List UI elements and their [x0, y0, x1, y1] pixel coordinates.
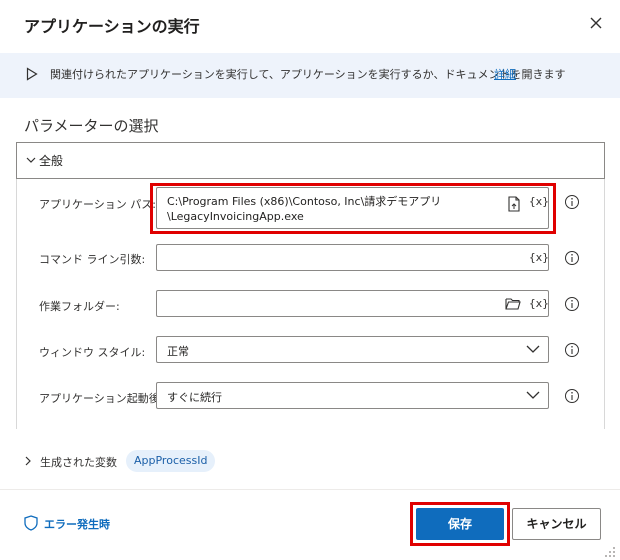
- variable-badge[interactable]: AppProcessId: [126, 450, 216, 472]
- group-general-header[interactable]: 全般: [16, 142, 605, 179]
- cmd-args-label: コマンド ライン引数:: [39, 253, 146, 266]
- info-icon[interactable]: [564, 342, 580, 358]
- info-description: 関連付けられたアプリケーションを実行して、アプリケーションを実行するか、ドキュメ…: [50, 68, 566, 81]
- play-icon: [26, 67, 38, 81]
- variable-button[interactable]: {x}: [529, 297, 549, 310]
- info-icon[interactable]: [564, 388, 580, 404]
- dialog-title: アプリケーションの実行: [24, 17, 200, 36]
- window-style-label: ウィンドウ スタイル:: [39, 346, 146, 359]
- work-folder-input[interactable]: {x}: [156, 290, 549, 317]
- info-icon[interactable]: [564, 250, 580, 266]
- after-launch-value: すぐに続行: [167, 391, 222, 404]
- highlight-save: [410, 502, 510, 546]
- info-icon[interactable]: [564, 194, 580, 210]
- chevron-down-icon: [26, 157, 36, 163]
- resize-grip-icon[interactable]: [604, 546, 616, 558]
- after-launch-label: アプリケーション起動後:: [39, 392, 164, 405]
- chevron-down-icon: [526, 345, 540, 353]
- folder-icon[interactable]: [505, 297, 521, 310]
- after-launch-dropdown[interactable]: すぐに続行: [156, 382, 549, 409]
- shield-icon: [24, 515, 38, 531]
- generated-vars-label[interactable]: 生成された変数: [40, 454, 117, 470]
- section-title: パラメーターの選択: [24, 117, 159, 135]
- chevron-down-icon: [526, 391, 540, 399]
- close-icon[interactable]: [586, 13, 606, 33]
- chevron-right-icon[interactable]: [23, 455, 33, 467]
- group-general-label: 全般: [39, 154, 64, 168]
- info-bar: 関連付けられたアプリケーションを実行して、アプリケーションを実行するか、ドキュメ…: [0, 53, 620, 98]
- on-error-link[interactable]: エラー発生時: [44, 516, 110, 532]
- highlight-app-path: [150, 183, 556, 234]
- cancel-button[interactable]: キャンセル: [512, 508, 601, 540]
- window-style-value: 正常: [167, 345, 189, 358]
- details-link[interactable]: 詳細: [494, 66, 516, 82]
- app-path-label: アプリケーション パス:: [39, 198, 156, 211]
- info-icon[interactable]: [564, 296, 580, 312]
- window-style-dropdown[interactable]: 正常: [156, 336, 549, 363]
- footer-divider: [0, 489, 620, 490]
- work-folder-label: 作業フォルダー:: [39, 300, 120, 313]
- cmd-args-input[interactable]: {x}: [156, 244, 549, 271]
- variable-button[interactable]: {x}: [529, 251, 549, 264]
